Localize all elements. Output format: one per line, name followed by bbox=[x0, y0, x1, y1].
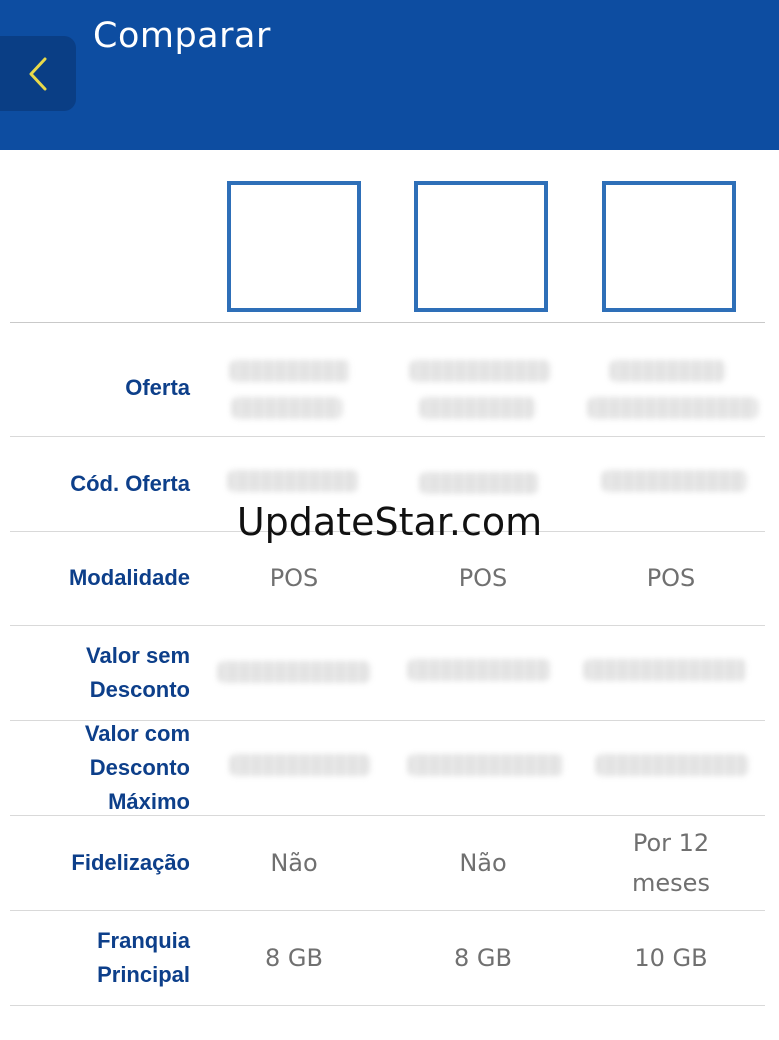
cell-modalidade-2: POS bbox=[458, 564, 508, 592]
cell-modalidade-1: POS bbox=[269, 564, 319, 592]
row-label-valor-com-desconto: Valor com Desconto Máximo bbox=[84, 720, 190, 814]
cell-cod-oferta-2 bbox=[398, 460, 568, 500]
cell-fidelizacao-3: Por 12 meses bbox=[632, 828, 710, 897]
cell-oferta-2 bbox=[398, 360, 568, 420]
product-image-3[interactable] bbox=[602, 181, 736, 312]
cell-franquia-2: 8 GB bbox=[454, 943, 512, 972]
back-button[interactable] bbox=[0, 36, 76, 111]
row-label-modalidade: Modalidade bbox=[68, 565, 190, 590]
cell-franquia-1: 8 GB bbox=[265, 943, 323, 972]
cell-valor-sem-desconto-1 bbox=[210, 650, 380, 690]
cell-franquia-3: 10 GB bbox=[634, 943, 708, 972]
row-label-fidelizacao: Fidelização bbox=[71, 849, 190, 875]
row-label-valor-sem-desconto: Valor sem Desconto bbox=[86, 642, 190, 702]
row-label-franquia-principal: Franquia Principal bbox=[97, 927, 190, 987]
cell-valor-com-desconto-2 bbox=[398, 745, 568, 785]
product-image-1[interactable] bbox=[227, 181, 361, 312]
cell-valor-com-desconto-1 bbox=[210, 745, 380, 785]
cell-cod-oferta-3 bbox=[586, 460, 756, 500]
divider bbox=[10, 322, 765, 323]
row-label-oferta: Oferta bbox=[125, 374, 190, 400]
chevron-left-icon bbox=[29, 57, 47, 90]
watermark: UpdateStar.com bbox=[236, 500, 543, 544]
divider bbox=[10, 1005, 765, 1006]
cell-valor-sem-desconto-3 bbox=[586, 650, 756, 690]
cell-fidelizacao-2: Não bbox=[459, 848, 507, 877]
cell-oferta-1 bbox=[210, 360, 380, 420]
cell-modalidade-3: POS bbox=[646, 564, 696, 592]
cell-oferta-3 bbox=[586, 360, 756, 420]
cell-valor-sem-desconto-2 bbox=[398, 650, 568, 690]
app-header: Comparar bbox=[0, 0, 779, 150]
cell-valor-com-desconto-3 bbox=[586, 745, 756, 785]
cell-cod-oferta-1 bbox=[210, 460, 380, 500]
cell-fidelizacao-1: Não bbox=[270, 848, 318, 877]
page-title: Comparar bbox=[93, 16, 271, 56]
product-image-2[interactable] bbox=[414, 181, 548, 312]
